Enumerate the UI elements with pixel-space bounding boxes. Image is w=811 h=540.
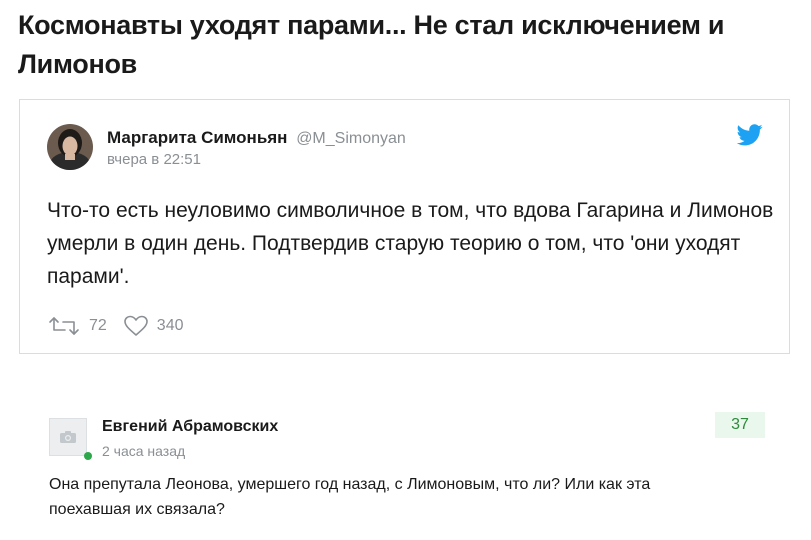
comment-author-name[interactable]: Евгений Абрамовских bbox=[102, 418, 278, 436]
tweet-actions: 72 340 bbox=[47, 315, 200, 337]
camera-icon bbox=[60, 431, 76, 443]
retweet-icon bbox=[49, 317, 79, 335]
tweet-text: Что-то есть неуловимо символичное в том,… bbox=[47, 199, 774, 288]
twitter-bird-icon[interactable] bbox=[737, 124, 763, 146]
retweet-count: 72 bbox=[89, 317, 107, 334]
retweet-action[interactable]: 72 bbox=[47, 316, 107, 336]
tweet-author-name[interactable]: Маргарита Симоньян bbox=[107, 128, 287, 147]
comment-timestamp[interactable]: 2 часа назад bbox=[102, 443, 185, 459]
comment-rating-badge[interactable]: 37 bbox=[715, 412, 765, 438]
tweet-author-line: Маргарита Симоньян @M_Simonyan bbox=[107, 128, 406, 148]
comment-text: Она препутала Леонова, умершего год наза… bbox=[49, 476, 651, 518]
tweet-author-avatar[interactable] bbox=[47, 124, 93, 170]
tweet-author-handle[interactable]: @M_Simonyan bbox=[296, 130, 406, 147]
embedded-tweet[interactable]: Маргарита Симоньян @M_Simonyan вчера в 2… bbox=[19, 99, 790, 354]
online-status-indicator bbox=[84, 452, 92, 460]
comment-avatar[interactable] bbox=[49, 418, 87, 456]
like-count: 340 bbox=[156, 317, 184, 334]
article-headline: Космонавты уходят парами... Не стал искл… bbox=[18, 10, 725, 79]
heart-icon bbox=[123, 315, 148, 336]
tweet-timestamp[interactable]: вчера в 22:51 bbox=[107, 151, 201, 168]
like-action[interactable]: 340 bbox=[123, 315, 184, 337]
